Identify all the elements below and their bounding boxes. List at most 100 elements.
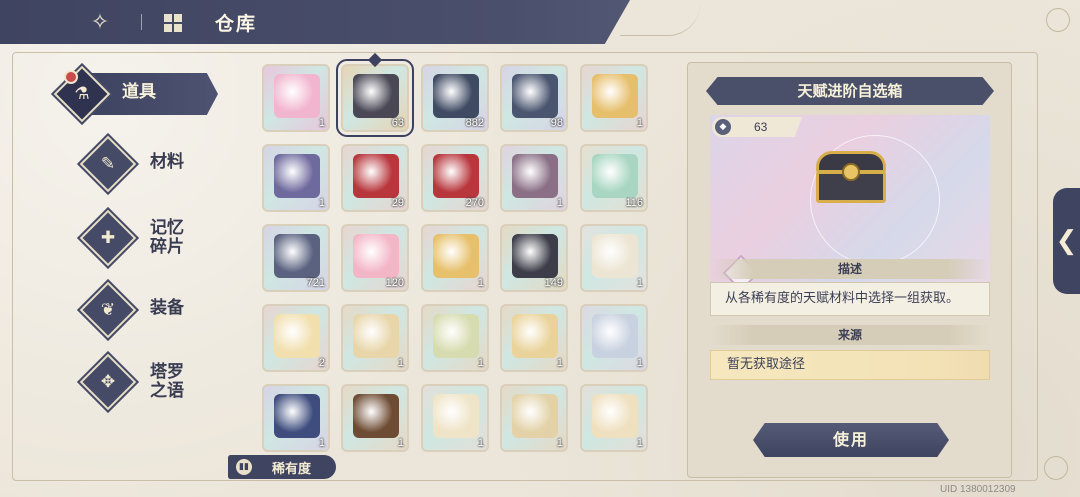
feather-ornament-3-icon (592, 394, 638, 438)
item-quantity: 882 (465, 117, 484, 129)
blue-seal-letter-icon (592, 314, 638, 358)
rarity-sort-label: 稀有度 (272, 462, 312, 477)
item-quantity: 1 (318, 197, 325, 209)
item-quantity: 98 (550, 117, 563, 129)
item-quantity: 721 (306, 277, 325, 289)
use-button[interactable]: 使用 (753, 423, 949, 457)
inventory-slot[interactable]: 1 (421, 384, 489, 452)
inventory-slot[interactable]: 63 (336, 59, 414, 137)
inventory-slot[interactable]: 721 (262, 224, 330, 292)
corner-ornament (1044, 456, 1068, 480)
cotton-candy-icon (353, 234, 399, 278)
item-quantity: 1 (397, 357, 404, 369)
inventory-slot[interactable]: 1 (580, 384, 648, 452)
item-quantity: 1 (636, 437, 643, 449)
inventory-slot[interactable]: 1 (262, 64, 330, 132)
red-seal-letter-icon (353, 314, 399, 358)
item-quantity: 1 (477, 437, 484, 449)
item-quantity: 1 (477, 357, 484, 369)
item-quantity: 1 (556, 197, 563, 209)
feather-ornament-icon (433, 394, 479, 438)
inventory-slot[interactable]: 29 (341, 144, 409, 212)
golden-orb-icon (592, 74, 638, 118)
source-header: 来源 (710, 325, 990, 345)
puzzle-icon-glyph: ✚ (100, 228, 116, 248)
item-quantity: 270 (465, 197, 484, 209)
inventory-slot[interactable]: 1 (580, 224, 648, 292)
item-grid: 1 63 882 98 1 1 29 270 1 116 721 120 1 149 1 2 1 1 1 1 1 1 1 1 1 (262, 52, 652, 454)
dark-crystal-chest-icon (433, 74, 479, 118)
inventory-slot[interactable]: 1 (262, 144, 330, 212)
dark-gold-chest-icon (512, 234, 558, 278)
inventory-slot[interactable]: 1 (500, 384, 568, 452)
item-quantity: 149 (544, 277, 563, 289)
side-panel-toggle[interactable]: ❮ (1053, 188, 1080, 294)
nav-item-label: 塔罗 之语 (150, 362, 184, 401)
inventory-slot[interactable]: 1 (580, 64, 648, 132)
inventory-slot[interactable]: 1 (500, 304, 568, 372)
nav-item-label: 记忆 碎片 (150, 218, 184, 257)
dark-crystal-chest-2-icon (512, 74, 558, 118)
nav-item-label: 装备 (150, 298, 184, 318)
blue-book-icon (274, 394, 320, 438)
silver-crystal-box-icon (274, 234, 320, 278)
item-quantity: 29 (391, 197, 404, 209)
nav-item-materials[interactable]: ✎ 材料 (58, 135, 228, 193)
owned-count: ◆ 63 (712, 117, 802, 137)
nav-item-memory-fragments[interactable]: ✚ 记忆 碎片 (58, 209, 228, 267)
brown-book-icon (353, 394, 399, 438)
inventory-slot[interactable]: 1 (341, 384, 409, 452)
item-quantity: 1 (556, 357, 563, 369)
winged-letter-icon (512, 314, 558, 358)
inventory-slot[interactable]: 1 (421, 224, 489, 292)
nav-item-label: 道具 (122, 82, 156, 102)
inventory-slot[interactable]: 882 (421, 64, 489, 132)
pink-flower-item-icon (274, 74, 320, 118)
item-quantity: 1 (636, 117, 643, 129)
inventory-slot[interactable]: 1 (421, 304, 489, 372)
bag-icon: ◆ (715, 119, 731, 135)
rarity-sort-button[interactable]: ▮▮ 稀有度 (228, 455, 336, 479)
clock-icon (64, 70, 78, 84)
top-bar: ✧ 仓库 (0, 0, 630, 44)
item-quantity: 2 (318, 357, 325, 369)
inventory-slot[interactable]: 120 (341, 224, 409, 292)
item-quantity: 1 (318, 117, 325, 129)
nav-item-equipment[interactable]: ❦ 装备 (58, 281, 228, 339)
sort-icon: ▮▮ (236, 459, 252, 475)
page-title: 仓库 (215, 13, 258, 35)
armor-icon-glyph: ❦ (100, 300, 116, 320)
inventory-slot[interactable]: 1 (341, 304, 409, 372)
item-quantity: 63 (391, 117, 404, 129)
nav-item-props[interactable]: ⚗ 道具 (53, 65, 228, 123)
chest-icon (816, 151, 886, 203)
description-header: 描述 (710, 259, 990, 279)
talent-selector-chest-icon (353, 74, 399, 118)
inventory-slot[interactable]: 270 (421, 144, 489, 212)
inventory-slot[interactable]: 98 (500, 64, 568, 132)
red-chest-2-icon (433, 154, 479, 198)
source-text: 暂无获取途径 (710, 350, 990, 380)
feather-ornament-2-icon (512, 394, 558, 438)
item-quantity: 1 (397, 437, 404, 449)
item-title: 天赋进阶自选箱 (706, 77, 994, 105)
rainbow-crystals-icon (592, 154, 638, 198)
item-quantity: 1 (477, 277, 484, 289)
item-detail-panel: 天赋进阶自选箱 ◆ 63 描述 从各稀有度的天赋材料中选择一组获取。 来源 暂无… (687, 62, 1012, 478)
back-arrow-icon[interactable]: ✧ (82, 9, 118, 35)
nav-item-tarot[interactable]: ✥ 塔罗 之语 (58, 353, 228, 411)
inventory-slot[interactable]: 149 (500, 224, 568, 292)
green-seal-letter-icon (433, 314, 479, 358)
item-quantity: 116 (625, 197, 643, 209)
portrait-card-2-icon (512, 154, 558, 198)
inventory-slot[interactable]: 2 (262, 304, 330, 372)
inventory-slot[interactable]: 1 (580, 304, 648, 372)
owned-count-value: 63 (754, 120, 768, 134)
inventory-slot[interactable]: 116 (580, 144, 648, 212)
star-emblem-icon (592, 234, 638, 278)
grid-home-icon[interactable] (162, 12, 186, 34)
red-chest-icon (353, 154, 399, 198)
inventory-slot[interactable]: 1 (262, 384, 330, 452)
crystal-wings-icon (274, 314, 320, 358)
inventory-slot[interactable]: 1 (500, 144, 568, 212)
